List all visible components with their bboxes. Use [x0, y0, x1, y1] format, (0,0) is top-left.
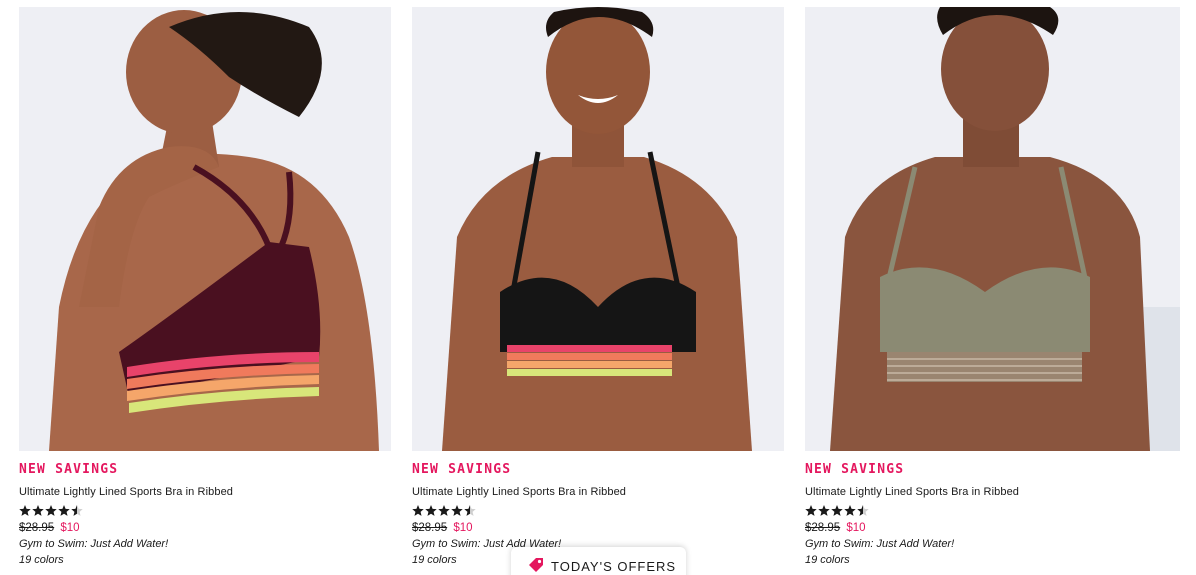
todays-offers-tab[interactable]: TODAY'S OFFERS [511, 547, 686, 575]
original-price: $28.95 [19, 522, 55, 534]
star-icon [831, 505, 843, 516]
star-icon [58, 505, 70, 516]
star-icon [818, 505, 830, 516]
product-name[interactable]: Ultimate Lightly Lined Sports Bra in Rib… [19, 486, 391, 498]
star-icon [412, 505, 424, 516]
product-name[interactable]: Ultimate Lightly Lined Sports Bra in Rib… [412, 486, 784, 498]
star-icon [844, 505, 856, 516]
star-icon [451, 505, 463, 516]
star-icon [425, 505, 437, 516]
star-icon [805, 505, 817, 516]
star-icon [71, 505, 83, 516]
product-card[interactable]: NEW SAVINGS Ultimate Lightly Lined Sport… [412, 7, 784, 566]
star-icon [464, 505, 476, 516]
star-rating [19, 504, 391, 518]
product-card[interactable]: NEW SAVINGS Ultimate Lightly Lined Sport… [805, 7, 1180, 566]
savings-badge: NEW SAVINGS [412, 462, 512, 477]
sale-price: $10 [60, 522, 80, 534]
star-icon [857, 505, 869, 516]
star-icon [45, 505, 57, 516]
star-icon [438, 505, 450, 516]
promo-text: Gym to Swim: Just Add Water! [19, 538, 169, 550]
savings-badge: NEW SAVINGS [805, 462, 905, 477]
product-image[interactable] [412, 7, 784, 451]
product-price: $28.95 $10 [412, 522, 784, 534]
star-icon [32, 505, 44, 516]
sale-price: $10 [453, 522, 473, 534]
product-card[interactable]: NEW SAVINGS Ultimate Lightly Lined Sport… [19, 7, 391, 566]
price-tag-icon [529, 558, 543, 572]
color-count[interactable]: 19 colors [805, 554, 1180, 566]
savings-badge: NEW SAVINGS [19, 462, 119, 477]
product-name[interactable]: Ultimate Lightly Lined Sports Bra in Rib… [805, 486, 1180, 498]
star-rating [412, 504, 784, 518]
sale-price: $10 [846, 522, 866, 534]
original-price: $28.95 [805, 522, 841, 534]
original-price: $28.95 [412, 522, 448, 534]
product-price: $28.95 $10 [19, 522, 391, 534]
product-image[interactable] [19, 7, 391, 451]
star-icon [19, 505, 31, 516]
product-image[interactable] [805, 7, 1180, 451]
color-count[interactable]: 19 colors [19, 554, 391, 566]
todays-offers-label: TODAY'S OFFERS [551, 559, 677, 574]
product-grid: NEW SAVINGS Ultimate Lightly Lined Sport… [0, 0, 1196, 575]
product-price: $28.95 $10 [805, 522, 1180, 534]
star-rating [805, 504, 1180, 518]
promo-text: Gym to Swim: Just Add Water! [805, 538, 955, 550]
